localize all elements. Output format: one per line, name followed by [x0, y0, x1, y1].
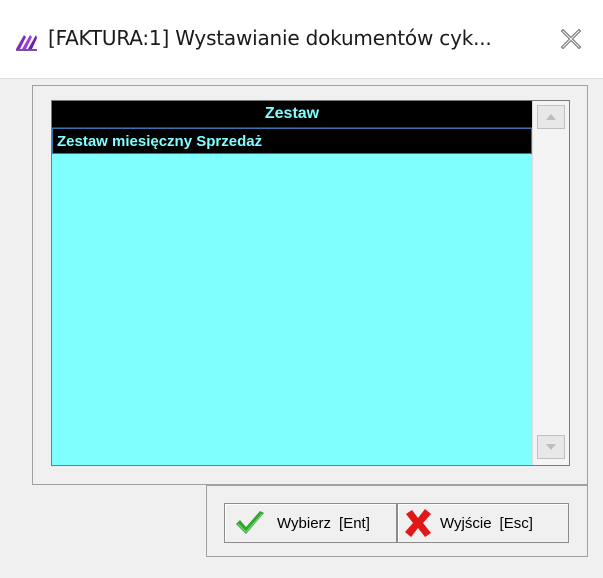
- column-header-zestaw[interactable]: Zestaw: [52, 101, 532, 128]
- close-button[interactable]: [542, 20, 600, 58]
- window-title: [FAKTURA:1] Wystawianie dokumentów cyk..…: [48, 26, 492, 50]
- dialog-body: Zestaw Zestaw miesięczny Sprzedaż Wybier…: [0, 78, 603, 578]
- exit-button[interactable]: Wyjście [Esc]: [397, 503, 569, 543]
- vertical-scrollbar[interactable]: [532, 101, 569, 465]
- arrow-up-icon: [546, 114, 556, 120]
- exit-button-shortcut: [Esc]: [499, 514, 533, 532]
- row-label: Zestaw miesięczny Sprzedaż: [57, 133, 263, 150]
- select-button-shortcut: [Ent]: [339, 514, 370, 532]
- grid-body[interactable]: Zestaw miesięczny Sprzedaż: [52, 128, 532, 465]
- scroll-down-button[interactable]: [537, 435, 565, 459]
- checkmark-icon: [236, 511, 264, 534]
- exit-button-label: Wyjście: [440, 514, 492, 532]
- table-row[interactable]: Zestaw miesięczny Sprzedaż: [52, 128, 532, 154]
- arrow-down-icon: [546, 444, 556, 450]
- dialog-window: [FAKTURA:1] Wystawianie dokumentów cyk..…: [0, 0, 603, 578]
- column-header-label: Zestaw: [264, 105, 320, 122]
- red-x-icon: [405, 509, 431, 537]
- sets-grid[interactable]: Zestaw Zestaw miesięczny Sprzedaż: [51, 100, 570, 466]
- title-bar[interactable]: [FAKTURA:1] Wystawianie dokumentów cyk..…: [0, 0, 603, 78]
- app-logo-icon: [14, 29, 38, 53]
- scroll-up-button[interactable]: [537, 105, 565, 129]
- select-button-label: Wybierz: [277, 514, 332, 532]
- close-icon: [560, 28, 582, 50]
- select-button[interactable]: Wybierz [Ent]: [224, 503, 397, 543]
